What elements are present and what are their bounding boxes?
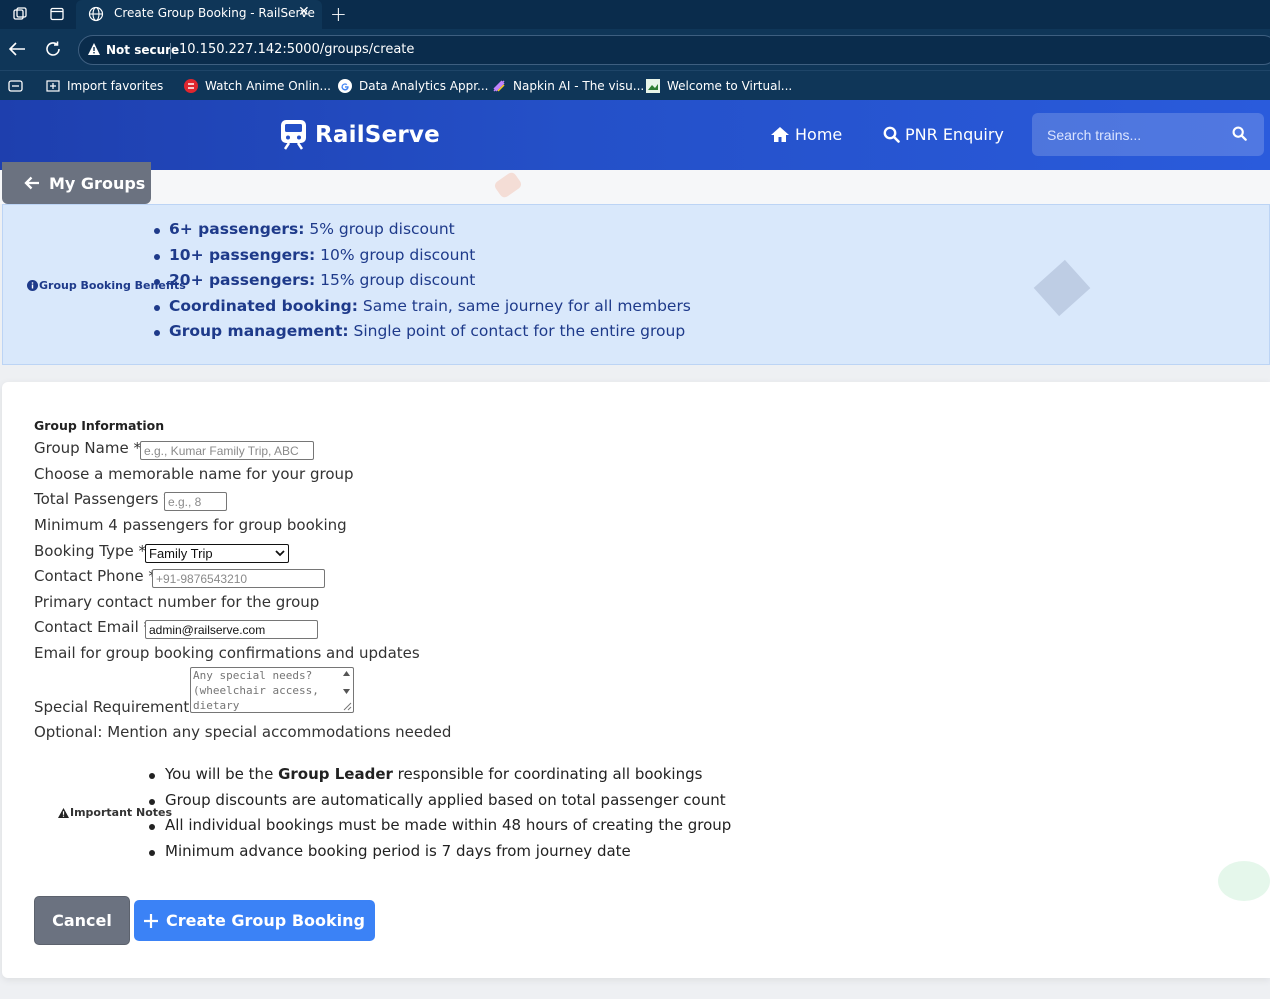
contact-email-help: Email for group booking confirmations an… <box>34 644 420 662</box>
train-icon <box>281 120 306 150</box>
note-item: You will be the Group Leader responsible… <box>148 762 731 788</box>
benefit-item: Group management: Single point of contac… <box>154 319 691 345</box>
notes-heading-text: Important Notes <box>70 806 173 819</box>
group-name-label: Group Name * <box>34 439 141 457</box>
contact-phone-label: Contact Phone * <box>34 567 156 585</box>
import-icon <box>46 80 60 92</box>
nav-home-label: Home <box>795 125 843 144</box>
total-passengers-help: Minimum 4 passengers for group booking <box>34 516 347 534</box>
create-button-label: Create Group Booking <box>166 911 365 930</box>
note-item: All individual bookings must be made wit… <box>148 813 731 839</box>
info-icon <box>27 280 38 291</box>
favorite-label: Import favorites <box>67 79 164 93</box>
search-button-icon[interactable] <box>1232 126 1247 141</box>
search-input[interactable] <box>1032 113 1222 156</box>
contact-phone-help: Primary contact number for the group <box>34 593 320 611</box>
special-requirements-help: Optional: Mention any special accommodat… <box>34 723 452 741</box>
chevron-down-icon <box>275 550 285 557</box>
nav-pnr-label: PNR Enquiry <box>905 125 1004 144</box>
benefit-item: 20+ passengers: 15% group discount <box>154 268 691 294</box>
globe-icon <box>88 6 104 22</box>
favorite-label: Welcome to Virtual... <box>667 79 793 93</box>
favorite-virtual[interactable]: Welcome to Virtual... <box>646 77 792 95</box>
group-form-card: Group Information Group Name * Choose a … <box>2 382 1270 978</box>
nav-home[interactable]: Home <box>770 125 842 144</box>
favorite-label: Napkin AI - The visu... <box>513 79 645 93</box>
contact-email-label: Contact Email * <box>34 618 152 636</box>
special-requirements-textarea[interactable] <box>190 667 354 713</box>
browser-tab-active[interactable]: Create Group Booking - RailServe ✕ <box>76 0 322 29</box>
cancel-button[interactable]: Cancel <box>34 896 130 945</box>
back-button-label: My Groups <box>49 173 146 193</box>
my-groups-back-button[interactable]: My Groups <box>2 162 151 204</box>
address-bar[interactable]: Not secure 10.150.227.142:5000/groups/cr… <box>78 35 1270 65</box>
security-label[interactable]: Not secure <box>106 43 179 57</box>
brand-logo[interactable]: RailServe <box>280 119 440 150</box>
anime-site-icon <box>184 79 198 93</box>
workspaces-icon[interactable] <box>12 6 28 22</box>
note-item: Group discounts are automatically applie… <box>148 788 731 814</box>
tab-actions-icon[interactable] <box>49 6 65 22</box>
warning-icon <box>88 43 100 55</box>
cancel-button-label: Cancel <box>52 911 112 930</box>
contact-email-input[interactable] <box>145 620 318 639</box>
decor-shape <box>1218 861 1270 901</box>
home-icon <box>771 127 789 142</box>
favorite-anime[interactable]: Watch Anime Onlin... <box>184 77 331 95</box>
benefits-list: 6+ passengers: 5% group discount 10+ pas… <box>154 217 691 345</box>
nav-pnr-enquiry[interactable]: PNR Enquiry <box>883 125 1004 144</box>
address-toolbar: Not secure 10.150.227.142:5000/groups/cr… <box>0 29 1270 70</box>
separator <box>170 43 171 59</box>
booking-type-value: Family Trip <box>149 546 213 561</box>
favorite-data-analytics[interactable]: Data Analytics Appr... <box>338 77 489 95</box>
arrow-left-icon <box>24 176 39 190</box>
section-title: Group Information <box>34 418 165 433</box>
benefits-heading-text: Group Booking Benefits <box>39 279 186 292</box>
search-icon <box>883 126 900 143</box>
benefit-item: 6+ passengers: 5% group discount <box>154 217 691 243</box>
note-item: Minimum advance booking period is 7 days… <box>148 839 731 865</box>
warning-triangle-icon <box>58 807 69 818</box>
special-requirements-label: Special Requirements <box>34 698 198 716</box>
tab-title: Create Group Booking - RailServe <box>114 6 315 20</box>
decor-shape <box>1033 259 1091 317</box>
total-passengers-label: Total Passengers * <box>34 490 171 508</box>
browser-tab-bar: Create Group Booking - RailServe ✕ + <box>0 0 1270 29</box>
url-text[interactable]: 10.150.227.142:5000/groups/create <box>179 42 414 57</box>
favorite-import[interactable]: Import favorites <box>46 77 163 95</box>
back-arrow-icon[interactable] <box>8 41 26 57</box>
page-top-strip <box>0 170 1270 204</box>
group-benefits-panel: Group Booking Benefits 6+ passengers: 5%… <box>2 204 1270 365</box>
important-notes-heading: Important Notes <box>58 806 172 819</box>
textarea-scrollbar[interactable] <box>340 668 353 712</box>
reading-list-icon[interactable] <box>8 79 23 93</box>
favorite-label: Data Analytics Appr... <box>359 79 489 93</box>
booking-type-select[interactable]: Family Trip <box>145 544 289 563</box>
favorite-label: Watch Anime Onlin... <box>205 79 331 93</box>
new-tab-button[interactable]: + <box>330 2 347 26</box>
napkin-icon <box>493 80 505 92</box>
google-icon <box>338 79 352 93</box>
benefit-item: 10+ passengers: 10% group discount <box>154 243 691 269</box>
brand-name: RailServe <box>315 121 440 148</box>
virtual-site-icon <box>646 79 660 93</box>
benefits-heading: Group Booking Benefits <box>27 279 186 292</box>
site-header: RailServe Home PNR Enquiry <box>0 100 1270 170</box>
booking-type-label: Booking Type * <box>34 542 147 560</box>
contact-phone-input[interactable] <box>152 569 325 588</box>
create-group-booking-button[interactable]: Create Group Booking <box>134 900 375 941</box>
reload-icon[interactable] <box>44 40 62 58</box>
important-notes-list: You will be the Group Leader responsible… <box>148 762 731 865</box>
benefit-item: Coordinated booking: Same train, same jo… <box>154 294 691 320</box>
group-name-help: Choose a memorable name for your group <box>34 465 354 483</box>
tab-close-icon[interactable]: ✕ <box>298 4 310 20</box>
plus-icon <box>144 913 159 928</box>
favorite-napkin[interactable]: Napkin AI - The visu... <box>492 77 644 95</box>
group-name-input[interactable] <box>140 441 314 460</box>
favorites-bar: Import favorites Watch Anime Onlin... Da… <box>0 70 1270 100</box>
total-passengers-input[interactable] <box>164 492 227 511</box>
train-search <box>1032 113 1264 156</box>
